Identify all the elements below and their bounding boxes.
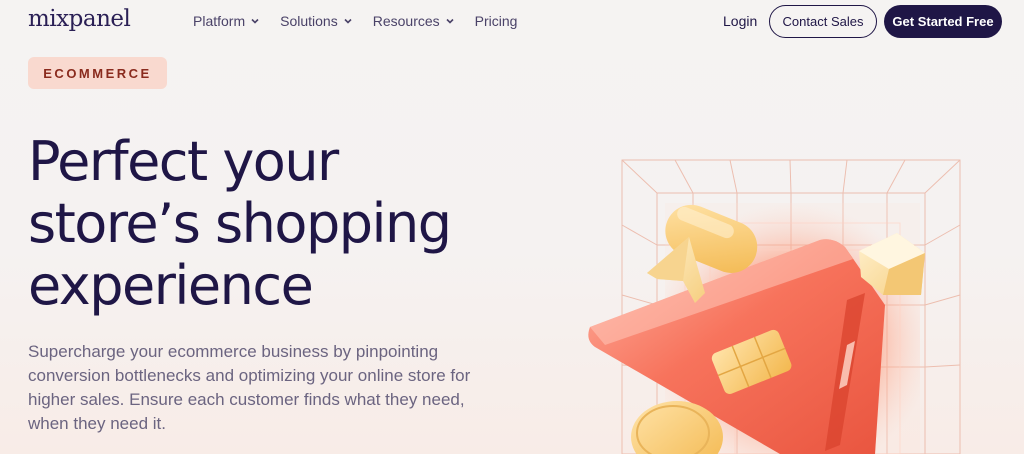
- page: mixpanel Platform Solutions Resources Pr…: [0, 0, 1024, 454]
- nav-item-label: Platform: [193, 13, 246, 29]
- headline-line: Perfect your: [28, 130, 339, 193]
- chevron-down-icon: [343, 16, 353, 26]
- nav-item-platform[interactable]: Platform: [193, 13, 260, 29]
- nav-menu: Platform Solutions Resources Pricing: [193, 13, 537, 29]
- chevron-down-icon: [445, 16, 455, 26]
- headline-line: experience: [28, 254, 314, 317]
- headline-line: store’s shopping: [28, 192, 452, 255]
- login-link[interactable]: Login: [723, 13, 757, 29]
- nav-item-label: Solutions: [280, 13, 338, 29]
- get-started-button[interactable]: Get Started Free: [884, 5, 1002, 38]
- mixpanel-logo[interactable]: mixpanel: [28, 6, 131, 32]
- chevron-down-icon: [250, 16, 260, 26]
- nav-item-pricing[interactable]: Pricing: [475, 13, 518, 29]
- hero-headline: Perfect your store’s shopping experience: [28, 131, 548, 317]
- nav-item-resources[interactable]: Resources: [373, 13, 455, 29]
- nav-item-solutions[interactable]: Solutions: [280, 13, 353, 29]
- hero-description: Supercharge your ecommerce business by p…: [28, 342, 471, 433]
- top-nav: mixpanel Platform Solutions Resources Pr…: [0, 0, 1024, 44]
- shopping-illustration: [585, 155, 985, 454]
- nav-item-label: Pricing: [474, 13, 518, 29]
- category-tag: ECOMMERCE: [28, 57, 167, 89]
- nav-item-label: Resources: [372, 13, 440, 29]
- contact-sales-button[interactable]: Contact Sales: [769, 5, 877, 38]
